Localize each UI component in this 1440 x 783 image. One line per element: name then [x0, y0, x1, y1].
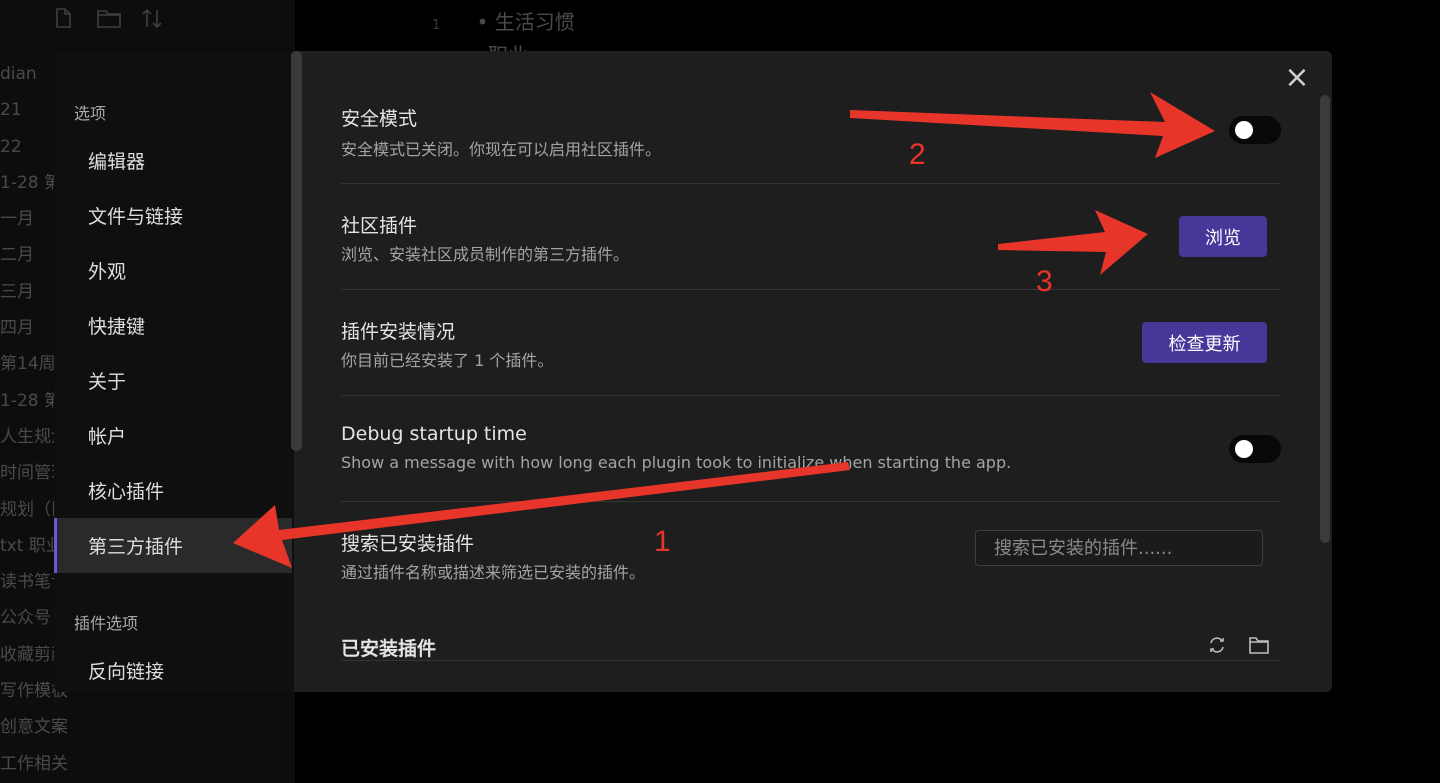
setting-name: 社区插件	[341, 215, 418, 237]
settings-modal: 选项 编辑器 文件与链接 外观 快捷键 关于 帐户 核心插件 第三方插件 插件选…	[54, 51, 1332, 692]
background-editor: 1 • 生活习惯 职业	[432, 6, 575, 51]
section-options-heading: 选项	[74, 104, 107, 123]
nav-item-third-party-plugins[interactable]: 第三方插件	[54, 518, 292, 573]
settings-sidebar: 选项 编辑器 文件与链接 外观 快捷键 关于 帐户 核心插件 第三方插件 插件选…	[54, 51, 294, 692]
setting-desc: 你目前已经安装了 1 个插件。	[341, 351, 554, 370]
setting-name: 插件安装情况	[341, 321, 456, 343]
installed-plugins-heading: 已安装插件	[341, 638, 437, 660]
editor-line: • 生活习惯	[476, 10, 575, 34]
browse-button[interactable]: 浏览	[1179, 216, 1267, 257]
setting-debug-startup: Debug startup time Show a message with h…	[341, 395, 1281, 502]
setting-desc: 通过插件名称或描述来筛选已安装的插件。	[341, 563, 646, 582]
nav-item-hotkeys[interactable]: 快捷键	[54, 298, 292, 353]
setting-community-plugins: 社区插件 浏览、安装社区成员制作的第三方插件。 浏览	[341, 183, 1281, 290]
new-folder-icon	[96, 7, 121, 29]
background-toolbar	[52, 0, 162, 36]
toggle-knob	[1235, 440, 1253, 458]
editor-next-line: 职业	[488, 39, 575, 51]
sidebar-scrollbar[interactable]	[291, 51, 302, 451]
toggle-knob	[1235, 121, 1253, 139]
nav-item-files-links[interactable]: 文件与链接	[54, 188, 292, 243]
nav-item-appearance[interactable]: 外观	[54, 243, 292, 298]
setting-name: Debug startup time	[341, 423, 527, 445]
check-updates-button[interactable]: 检查更新	[1142, 322, 1267, 363]
nav-item-editor[interactable]: 编辑器	[54, 133, 292, 188]
folder-icon[interactable]	[1248, 634, 1272, 658]
nav-item-about[interactable]: 关于	[54, 353, 292, 408]
debug-startup-toggle[interactable]	[1229, 435, 1281, 463]
content-scrollbar[interactable]	[1320, 95, 1330, 543]
annotation-number-1: 1	[654, 525, 671, 558]
sort-icon	[140, 7, 162, 29]
setting-desc: 浏览、安装社区成员制作的第三方插件。	[341, 245, 630, 264]
safe-mode-toggle[interactable]	[1229, 116, 1281, 144]
setting-search-installed: 搜索已安装插件 通过插件名称或描述来筛选已安装的插件。	[341, 501, 1281, 607]
nav-item-core-plugins[interactable]: 核心插件	[54, 463, 292, 518]
setting-desc: Show a message with how long each plugin…	[341, 453, 1012, 472]
search-installed-input[interactable]	[975, 530, 1263, 566]
new-file-icon	[52, 7, 74, 29]
background-file-item: 创意文案	[0, 717, 68, 738]
annotation-number-2: 2	[909, 138, 926, 171]
annotation-number-3: 3	[1036, 265, 1053, 298]
line-number: 1	[432, 18, 441, 33]
background-file-item: 工作相关	[0, 753, 68, 774]
nav-item-account[interactable]: 帐户	[54, 408, 292, 463]
close-icon[interactable]: ×	[1284, 63, 1310, 93]
setting-safe-mode: 安全模式 安全模式已关闭。你现在可以启用社区插件。	[341, 101, 1281, 184]
section-plugin-options-heading: 插件选项	[74, 614, 139, 633]
setting-name: 搜索已安装插件	[341, 533, 475, 555]
setting-plugin-status: 插件安装情况 你目前已经安装了 1 个插件。 检查更新	[341, 289, 1281, 396]
reload-icon[interactable]	[1206, 634, 1230, 658]
setting-desc: 安全模式已关闭。你现在可以启用社区插件。	[341, 140, 662, 159]
divider	[341, 660, 1281, 661]
nav-item-backlinks[interactable]: 反向链接	[54, 643, 292, 692]
setting-name: 安全模式	[341, 108, 418, 130]
settings-content: × 安全模式 安全模式已关闭。你现在可以启用社区插件。 社区插件 浏览、安装社区…	[302, 51, 1332, 692]
